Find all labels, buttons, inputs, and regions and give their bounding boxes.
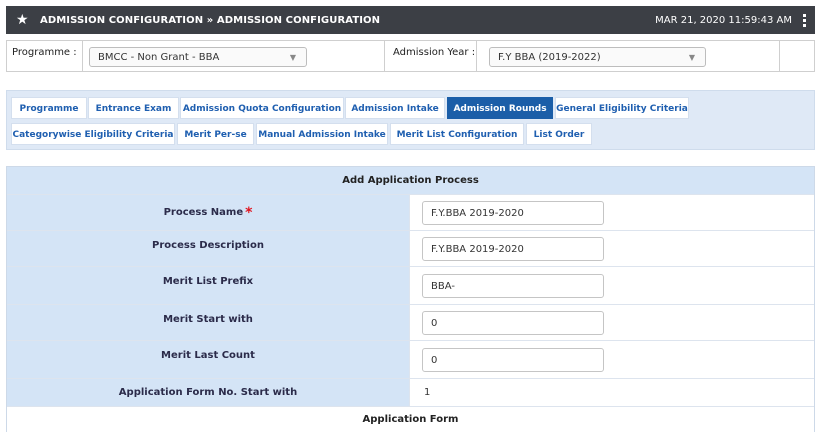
page-title: ADMISSION CONFIGURATION » ADMISSION CONF… xyxy=(40,14,381,26)
form-row-merit-last-count: Merit Last Count 0 xyxy=(7,341,814,379)
merit-start-with-label-cell: Merit Start with xyxy=(7,305,410,340)
caret-down-icon: ▼ xyxy=(289,53,296,62)
tab-list-order[interactable]: List Order xyxy=(526,123,592,145)
merit-list-prefix-label: Merit List Prefix xyxy=(162,276,254,287)
filter-bar: Programme : BMCC - Non Grant - BBA ▼ Adm… xyxy=(6,40,815,72)
programme-select-value: BMCC - Non Grant - BBA xyxy=(98,52,220,63)
process-name-value-cell: F.Y.BBA 2019-2020 xyxy=(410,195,814,230)
tab-merit-per-se[interactable]: Merit Per-se xyxy=(177,123,254,145)
process-description-label: Process Description xyxy=(152,240,264,251)
merit-start-with-input[interactable]: 0 xyxy=(422,311,604,335)
tab-admission-quota-configuration[interactable]: Admission Quota Configuration xyxy=(180,97,344,119)
tab-general-eligibility-criteria[interactable]: General Eligibility Criteria xyxy=(555,97,689,119)
add-application-process-form: Add Application Process Process Name * F.… xyxy=(6,166,815,432)
tab-admission-intake[interactable]: Admission Intake xyxy=(345,97,445,119)
application-form-no-label: Application Form No. Start with xyxy=(118,387,298,398)
process-name-label-cell: Process Name * xyxy=(7,195,410,230)
config-tabs: Programme Entrance Exam Admission Quota … xyxy=(6,90,815,150)
form-heading: Add Application Process xyxy=(7,167,814,195)
programme-select-cell: BMCC - Non Grant - BBA ▼ xyxy=(83,41,385,71)
merit-last-count-label-cell: Merit Last Count xyxy=(7,341,410,378)
star-icon[interactable]: ★ xyxy=(16,13,34,27)
application-form-no-value-cell: 1 xyxy=(410,379,814,406)
merit-start-with-value-cell: 0 xyxy=(410,305,814,340)
admission-year-select-cell: F.Y BBA (2019-2022) ▼ xyxy=(477,41,780,71)
programme-label: Programme : xyxy=(12,47,77,58)
merit-list-prefix-value-cell: BBA- xyxy=(410,267,814,304)
process-description-value-cell: F.Y.BBA 2019-2020 xyxy=(410,231,814,266)
merit-last-count-value-cell: 0 xyxy=(410,341,814,378)
current-datetime: MAR 21, 2020 11:59:43 AM xyxy=(655,14,792,26)
admission-year-label-cell: Admission Year : xyxy=(385,41,477,71)
admission-year-select[interactable]: F.Y BBA (2019-2022) ▼ xyxy=(489,47,706,67)
admission-year-select-value: F.Y BBA (2019-2022) xyxy=(498,52,601,63)
form-row-process-description: Process Description F.Y.BBA 2019-2020 xyxy=(7,231,814,267)
form-row-application-form-no: Application Form No. Start with 1 xyxy=(7,379,814,407)
application-form-no-label-cell: Application Form No. Start with xyxy=(7,379,410,406)
caret-down-icon: ▼ xyxy=(688,53,695,62)
kebab-menu-icon[interactable] xyxy=(800,13,808,27)
required-asterisk: * xyxy=(245,205,253,221)
tab-categorywise-eligibility-criteria[interactable]: Categorywise Eligibility Criteria xyxy=(11,123,175,145)
tab-merit-list-configuration[interactable]: Merit List Configuration xyxy=(390,123,524,145)
merit-last-count-input[interactable]: 0 xyxy=(422,348,604,372)
process-description-label-cell: Process Description xyxy=(7,231,410,266)
tab-admission-rounds[interactable]: Admission Rounds xyxy=(447,97,553,119)
tab-manual-admission-intake[interactable]: Manual Admission Intake xyxy=(256,123,388,145)
application-form-no-value: 1 xyxy=(424,387,431,398)
form-row-merit-start-with: Merit Start with 0 xyxy=(7,305,814,341)
merit-last-count-label: Merit Last Count xyxy=(161,350,255,361)
process-name-input[interactable]: F.Y.BBA 2019-2020 xyxy=(422,201,604,225)
tab-programme[interactable]: Programme xyxy=(11,97,87,119)
programme-select[interactable]: BMCC - Non Grant - BBA ▼ xyxy=(89,47,307,67)
merit-list-prefix-label-cell: Merit List Prefix xyxy=(7,267,410,304)
form-row-merit-list-prefix: Merit List Prefix BBA- xyxy=(7,267,814,305)
page-header: ★ ADMISSION CONFIGURATION » ADMISSION CO… xyxy=(6,6,815,34)
process-name-label: Process Name xyxy=(163,207,244,218)
application-form-section-title: Application Form xyxy=(7,407,814,432)
tab-entrance-exam[interactable]: Entrance Exam xyxy=(88,97,179,119)
programme-label-cell: Programme : xyxy=(7,41,83,71)
merit-list-prefix-input[interactable]: BBA- xyxy=(422,274,604,298)
merit-start-with-label: Merit Start with xyxy=(163,314,253,325)
form-row-process-name: Process Name * F.Y.BBA 2019-2020 xyxy=(7,195,814,231)
process-description-input[interactable]: F.Y.BBA 2019-2020 xyxy=(422,237,604,261)
admission-year-label: Admission Year : xyxy=(393,47,476,58)
